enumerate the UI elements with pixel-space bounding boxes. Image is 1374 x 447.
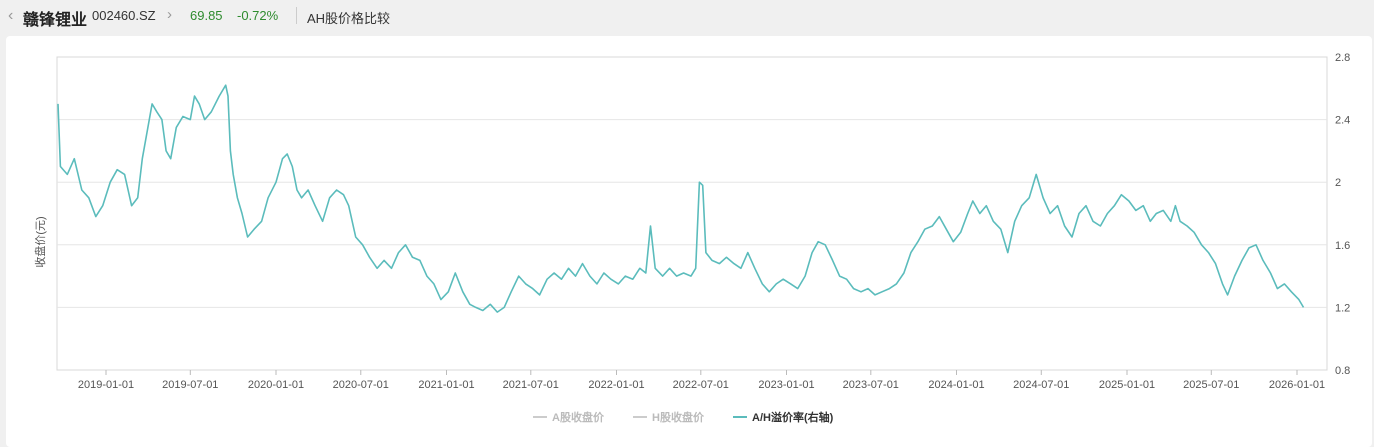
legend-label: H股收盘价 <box>652 410 705 424</box>
x-tick-label: 2026-01-01 <box>1269 379 1325 391</box>
x-tick-label: 2020-01-01 <box>248 379 304 391</box>
x-tick-label: 2023-01-01 <box>758 379 814 391</box>
y2-tick-label: 2.4 <box>1335 115 1350 127</box>
x-tick-label: 2022-01-01 <box>588 379 644 391</box>
legend: A股收盘价 H股收盘价 A/H溢价率(右轴) <box>533 410 834 424</box>
x-tick-label: 2025-01-01 <box>1099 379 1155 391</box>
y2-tick-label: 0.8 <box>1335 365 1350 377</box>
x-tick-label: 2024-07-01 <box>1013 379 1069 391</box>
legend-label: A股收盘价 <box>552 410 605 424</box>
x-tick-label: 2024-01-01 <box>928 379 984 391</box>
legend-item[interactable]: A股收盘价 <box>533 410 605 424</box>
x-tick-label: 2021-07-01 <box>503 379 559 391</box>
x-tick-label: 2019-07-01 <box>162 379 218 391</box>
y2-tick-label: 1.2 <box>1335 302 1350 314</box>
y2-tick-label: 2 <box>1335 177 1341 189</box>
x-tick-label: 2023-07-01 <box>843 379 899 391</box>
grid-lines <box>57 119 1327 308</box>
legend-item[interactable]: H股收盘价 <box>633 410 705 424</box>
y2-tick-label: 1.6 <box>1335 240 1350 252</box>
plot-area <box>56 56 1328 371</box>
x-tick-label: 2025-07-01 <box>1183 379 1239 391</box>
x-tick-label: 2022-07-01 <box>673 379 729 391</box>
x-tick-label: 2020-07-01 <box>333 379 389 391</box>
right-axis-ticks: 0.8 1.2 1.6 2 2.4 2.8 <box>1335 52 1350 377</box>
x-tick-label: 2019-01-01 <box>78 379 134 391</box>
legend-item[interactable]: A/H溢价率(右轴) <box>733 410 834 424</box>
legend-label: A/H溢价率(右轴) <box>752 410 834 424</box>
ah-premium-chart: 0.8 1.2 1.6 2 2.4 2.8 2019-01-01 2019-07-01 202… <box>33 52 1350 424</box>
x-tick-label: 2021-01-01 <box>418 379 474 391</box>
y-axis-label: 收盘价(元) <box>33 216 47 267</box>
x-axis-ticks: 2019-01-01 2019-07-01 2020-01-01 2020-07-01… <box>78 370 1325 391</box>
y2-tick-label: 2.8 <box>1335 52 1350 64</box>
